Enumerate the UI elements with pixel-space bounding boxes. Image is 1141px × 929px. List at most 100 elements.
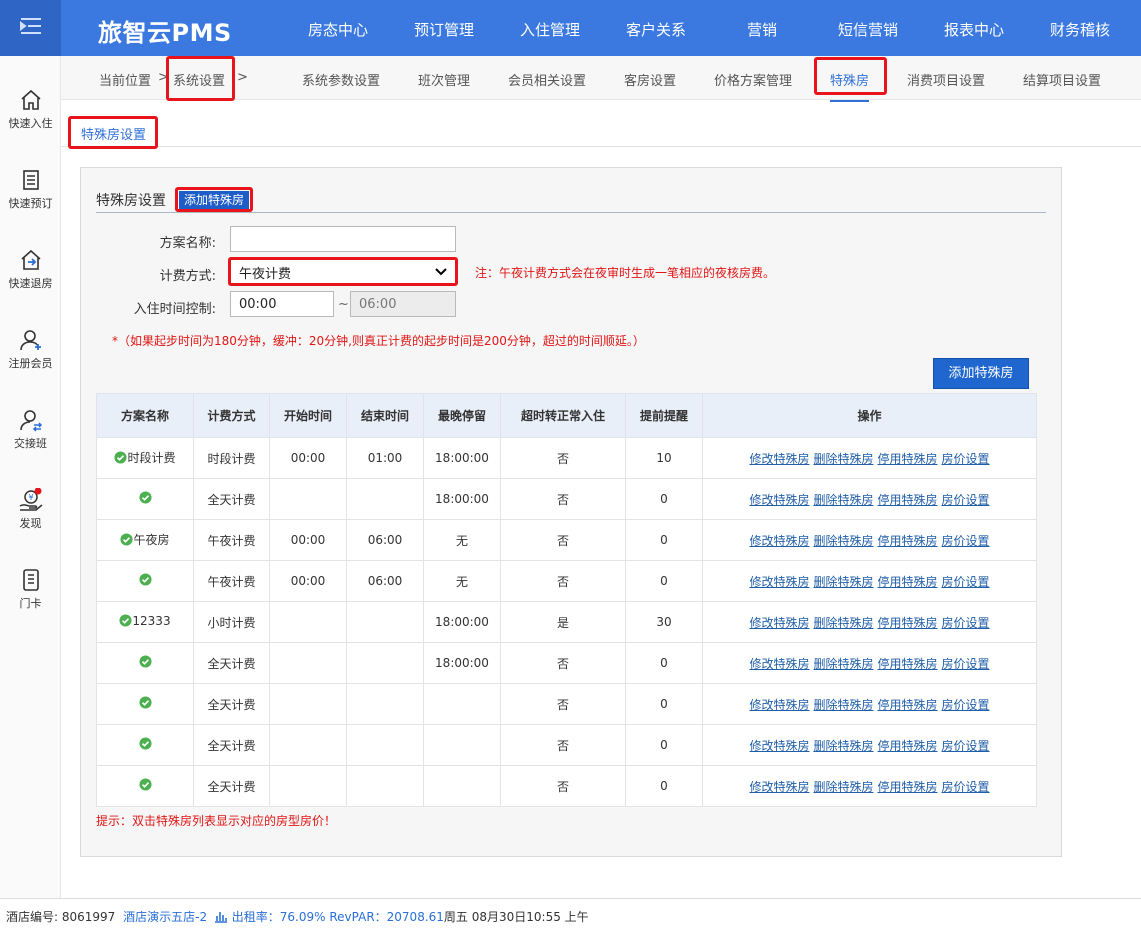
cell-operations: 修改特殊房 删除特殊房 停用特殊房 房价设置 bbox=[702, 724, 1037, 766]
delete-special-room-link[interactable]: 删除特殊房 bbox=[813, 575, 873, 589]
sidebar-item-quick-booking[interactable]: 快速预订 bbox=[0, 168, 61, 248]
disable-special-room-link[interactable]: 停用特殊房 bbox=[878, 739, 938, 753]
check-circle-icon bbox=[138, 655, 152, 671]
table-row[interactable]: 全天计费否 0 修改特殊房 删除特殊房 停用特殊房 房价设置 bbox=[96, 724, 1037, 766]
cell-overtime: 否 bbox=[500, 724, 626, 766]
end-time-input[interactable] bbox=[350, 291, 456, 317]
cell-billing: 全天计费 bbox=[193, 765, 270, 807]
cell-plan-name bbox=[96, 642, 194, 684]
disable-special-room-link[interactable]: 停用特殊房 bbox=[878, 493, 938, 507]
cell-overtime: 否 bbox=[500, 765, 626, 807]
sidebar-item-register-member[interactable]: 注册会员 bbox=[0, 328, 61, 408]
sidebar-item-shift-handover[interactable]: 交接班 bbox=[0, 408, 61, 488]
edit-special-room-link[interactable]: 修改特殊房 bbox=[749, 493, 809, 507]
delete-special-room-link[interactable]: 删除特殊房 bbox=[813, 616, 873, 630]
nav-checkin[interactable]: 入住管理 bbox=[520, 19, 580, 40]
occupancy-stats[interactable]: 出租率：76.09% RevPAR：20708.61 bbox=[232, 910, 444, 924]
edit-special-room-link[interactable]: 修改特殊房 bbox=[749, 780, 809, 794]
nav-sms-marketing[interactable]: 短信营销 bbox=[838, 19, 898, 40]
checkin-time-label: 入住时间控制: bbox=[133, 302, 216, 317]
edit-special-room-link[interactable]: 修改特殊房 bbox=[749, 534, 809, 548]
cell-end bbox=[346, 683, 424, 725]
room-price-settings-link[interactable]: 房价设置 bbox=[942, 657, 990, 671]
edit-special-room-link[interactable]: 修改特殊房 bbox=[749, 739, 809, 753]
cell-operations: 修改特殊房 删除特殊房 停用特殊房 房价设置 bbox=[702, 642, 1037, 684]
delete-special-room-link[interactable]: 删除特殊房 bbox=[813, 493, 873, 507]
delete-special-room-link[interactable]: 删除特殊房 bbox=[813, 657, 873, 671]
table-row[interactable]: 12333 小时计费 18:00:00 是 30 修改特殊房 删除特殊房 停用特殊房 房价设置 bbox=[96, 601, 1037, 643]
nav-reservation[interactable]: 预订管理 bbox=[414, 19, 474, 40]
delete-special-room-link[interactable]: 删除特殊房 bbox=[813, 452, 873, 466]
subnav-system-params[interactable]: 系统参数设置 bbox=[302, 70, 380, 89]
subnav-special-room[interactable]: 特殊房 bbox=[830, 70, 870, 102]
nav-finance-audit[interactable]: 财务稽核 bbox=[1050, 19, 1110, 40]
delete-special-room-link[interactable]: 删除特殊房 bbox=[813, 534, 873, 548]
room-price-settings-link[interactable]: 房价设置 bbox=[942, 534, 990, 548]
disable-special-room-link[interactable]: 停用特殊房 bbox=[878, 452, 938, 466]
table-row[interactable]: 全天计费否 0 修改特殊房 删除特殊房 停用特殊房 房价设置 bbox=[96, 765, 1037, 807]
table-row[interactable]: 全天计费否 0 修改特殊房 删除特殊房 停用特殊房 房价设置 bbox=[96, 683, 1037, 725]
subnav-settlement-items[interactable]: 结算项目设置 bbox=[1023, 70, 1101, 89]
check-circle-icon bbox=[138, 778, 152, 794]
sidebar-item-quick-checkin[interactable]: 快速入住 bbox=[0, 88, 61, 168]
sidebar-item-label: 快速入住 bbox=[8, 117, 53, 130]
delete-special-room-link[interactable]: 删除特殊房 bbox=[813, 739, 873, 753]
disable-special-room-link[interactable]: 停用特殊房 bbox=[878, 616, 938, 630]
add-special-room-button[interactable]: 添加特殊房 bbox=[933, 358, 1029, 389]
sidebar-item-quick-checkout[interactable]: 快速退房 bbox=[0, 248, 61, 328]
subnav-room-settings[interactable]: 客房设置 bbox=[624, 70, 676, 89]
edit-special-room-link[interactable]: 修改特殊房 bbox=[749, 575, 809, 589]
room-price-settings-link[interactable]: 房价设置 bbox=[942, 493, 990, 507]
edit-special-room-link[interactable]: 修改特殊房 bbox=[749, 616, 809, 630]
disable-special-room-link[interactable]: 停用特殊房 bbox=[878, 780, 938, 794]
cell-start bbox=[269, 765, 347, 807]
subnav-shift-management[interactable]: 班次管理 bbox=[418, 70, 470, 89]
start-time-input[interactable] bbox=[230, 291, 334, 317]
subnav-consumption-items[interactable]: 消费项目设置 bbox=[907, 70, 985, 89]
cell-start bbox=[269, 683, 347, 725]
subnav-price-plans[interactable]: 价格方案管理 bbox=[714, 70, 792, 89]
edit-special-room-link[interactable]: 修改特殊房 bbox=[749, 657, 809, 671]
table-row[interactable]: 午夜房 午夜计费 00:00 06:00 无否 0 修改特殊房 删除特殊房 停用特殊房 房价设置 bbox=[96, 519, 1037, 561]
table-row[interactable]: 午夜计费 00:00 06:00 无否 0 修改特殊房 删除特殊房 停用特殊房 房价设置 bbox=[96, 560, 1037, 602]
breadcrumb-prefix: 当前位置 bbox=[99, 74, 152, 89]
table-row[interactable]: 全天计费 18:00:00 否 0 修改特殊房 删除特殊房 停用特殊房 房价设置 bbox=[96, 478, 1037, 520]
room-price-settings-link[interactable]: 房价设置 bbox=[942, 452, 990, 466]
menu-icon bbox=[19, 18, 42, 38]
column-header: 提前提醒 bbox=[625, 393, 703, 438]
nav-marketing[interactable]: 营销 bbox=[747, 19, 777, 40]
disable-special-room-link[interactable]: 停用特殊房 bbox=[878, 575, 938, 589]
disable-special-room-link[interactable]: 停用特殊房 bbox=[878, 657, 938, 671]
sidebar-item-discover[interactable]: ¥ 发现 bbox=[0, 488, 61, 568]
room-price-settings-link[interactable]: 房价设置 bbox=[942, 739, 990, 753]
billing-method-select[interactable]: 午夜计费 bbox=[230, 259, 456, 285]
table-row[interactable]: 时段计费 时段计费 00:00 01:00 18:00:00 否 10 修改特殊房 删除特殊房停… bbox=[96, 437, 1037, 479]
sidebar-item-door-card[interactable]: 门卡 bbox=[0, 568, 61, 648]
breadcrumb-current[interactable]: 系统设置 bbox=[173, 70, 225, 89]
room-price-settings-link[interactable]: 房价设置 bbox=[942, 575, 990, 589]
menu-toggle-button[interactable] bbox=[0, 0, 61, 56]
plan-name-input[interactable] bbox=[230, 226, 456, 252]
nav-room-status[interactable]: 房态中心 bbox=[308, 19, 368, 40]
add-special-room-small-button[interactable]: 添加特殊房 bbox=[179, 191, 250, 209]
card-icon bbox=[22, 569, 39, 591]
tab-special-room-settings[interactable]: 特殊房设置 bbox=[81, 124, 146, 143]
room-price-settings-link[interactable]: 房价设置 bbox=[942, 698, 990, 712]
edit-special-room-link[interactable]: 修改特殊房 bbox=[749, 452, 809, 466]
edit-special-room-link[interactable]: 修改特殊房 bbox=[749, 698, 809, 712]
disable-special-room-link[interactable]: 停用特殊房 bbox=[878, 534, 938, 548]
room-price-settings-link[interactable]: 房价设置 bbox=[942, 780, 990, 794]
hotel-name[interactable]: 酒店演示五店-2 bbox=[123, 910, 207, 924]
status-bar: 酒店编号: 8061997 酒店演示五店-2 出租率：76.09% RevPAR… bbox=[0, 898, 1141, 929]
room-price-settings-link[interactable]: 房价设置 bbox=[942, 616, 990, 630]
nav-crm[interactable]: 客户关系 bbox=[626, 19, 686, 40]
nav-reports[interactable]: 报表中心 bbox=[944, 19, 1004, 40]
cell-start bbox=[269, 478, 347, 520]
disable-special-room-link[interactable]: 停用特殊房 bbox=[878, 698, 938, 712]
table-row[interactable]: 全天计费 18:00:00 否 0 修改特殊房 删除特殊房 停用特殊房 房价设置 bbox=[96, 642, 1037, 684]
subnav-member-settings[interactable]: 会员相关设置 bbox=[508, 70, 586, 89]
delete-special-room-link[interactable]: 删除特殊房 bbox=[813, 698, 873, 712]
delete-special-room-link[interactable]: 删除特殊房 bbox=[813, 780, 873, 794]
cell-latest: 无 bbox=[423, 519, 501, 561]
cell-end bbox=[346, 724, 424, 766]
